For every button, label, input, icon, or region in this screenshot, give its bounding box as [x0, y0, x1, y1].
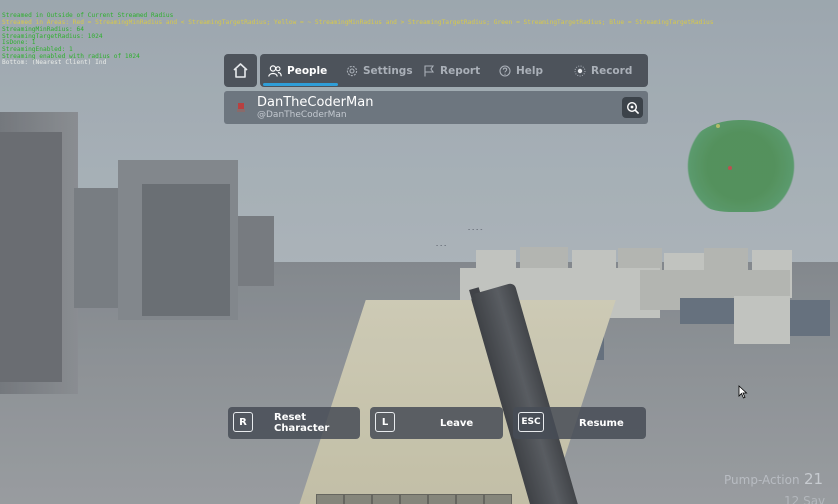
player-username: @DanTheCoderMan	[257, 110, 347, 120]
gear-icon	[346, 65, 358, 76]
tab-help-label: Help	[516, 64, 544, 77]
player-display-name: DanTheCoderMan	[257, 95, 374, 110]
hotbar-slot[interactable]	[400, 494, 428, 504]
debug-line: Streamed in Areas: Red = StreamingMinRad…	[2, 19, 714, 27]
resume-button[interactable]: ESC Resume	[513, 407, 646, 439]
reset-character-button[interactable]: R Reset Character	[228, 407, 360, 439]
reset-character-label: Reset Character	[274, 412, 330, 434]
leave-button[interactable]: L Leave	[370, 407, 503, 439]
hotbar-slot[interactable]	[372, 494, 400, 504]
debug-line: StreamingTargetRadius: 1024	[2, 32, 103, 40]
people-icon	[268, 64, 282, 77]
avatar	[237, 103, 245, 112]
reserve-ammo: 12 Sav	[784, 494, 826, 504]
home-icon	[233, 63, 248, 78]
flag-icon	[424, 64, 435, 76]
hotbar-slot[interactable]	[484, 494, 512, 504]
home-button[interactable]	[224, 54, 257, 87]
menu-top-bar: People Settings Report Help Record	[224, 54, 648, 87]
player-list-item[interactable]: DanTheCoderMan @DanTheCoderMan	[224, 91, 648, 124]
debug-line: StreamingMinRadius: 64	[2, 25, 84, 33]
hotbar-slot[interactable]	[456, 494, 484, 504]
record-icon	[574, 65, 586, 76]
leave-key-hint: L	[375, 412, 395, 432]
tab-report[interactable]: Report	[423, 54, 480, 87]
active-tab-indicator	[263, 83, 338, 86]
tab-help[interactable]: Help	[499, 54, 543, 87]
tab-record[interactable]: Record	[574, 54, 632, 87]
resume-key-hint: ESC	[518, 412, 544, 432]
hotbar-slot[interactable]	[428, 494, 456, 504]
hotbar-slot[interactable]	[344, 494, 372, 504]
inspect-button[interactable]	[622, 97, 643, 118]
inspect-icon	[626, 101, 639, 114]
menu-tabs: People Settings Report Help Record	[260, 54, 648, 87]
tab-settings-label: Settings	[363, 64, 413, 77]
help-icon	[499, 64, 511, 77]
tab-report-label: Report	[440, 64, 481, 77]
reset-key-hint: R	[233, 412, 253, 432]
mouse-cursor-icon	[738, 385, 748, 399]
ammo-count: 21	[804, 470, 824, 488]
leave-label: Leave	[440, 417, 474, 429]
tab-record-label: Record	[591, 64, 633, 77]
tab-people-label: People	[287, 64, 328, 77]
resume-label: Resume	[579, 417, 624, 429]
tab-settings[interactable]: Settings	[346, 54, 413, 87]
debug-line: IsDone: 1	[2, 39, 36, 47]
weapon-name: Pump-Action	[724, 473, 800, 487]
hotbar-slot[interactable]	[316, 494, 344, 504]
